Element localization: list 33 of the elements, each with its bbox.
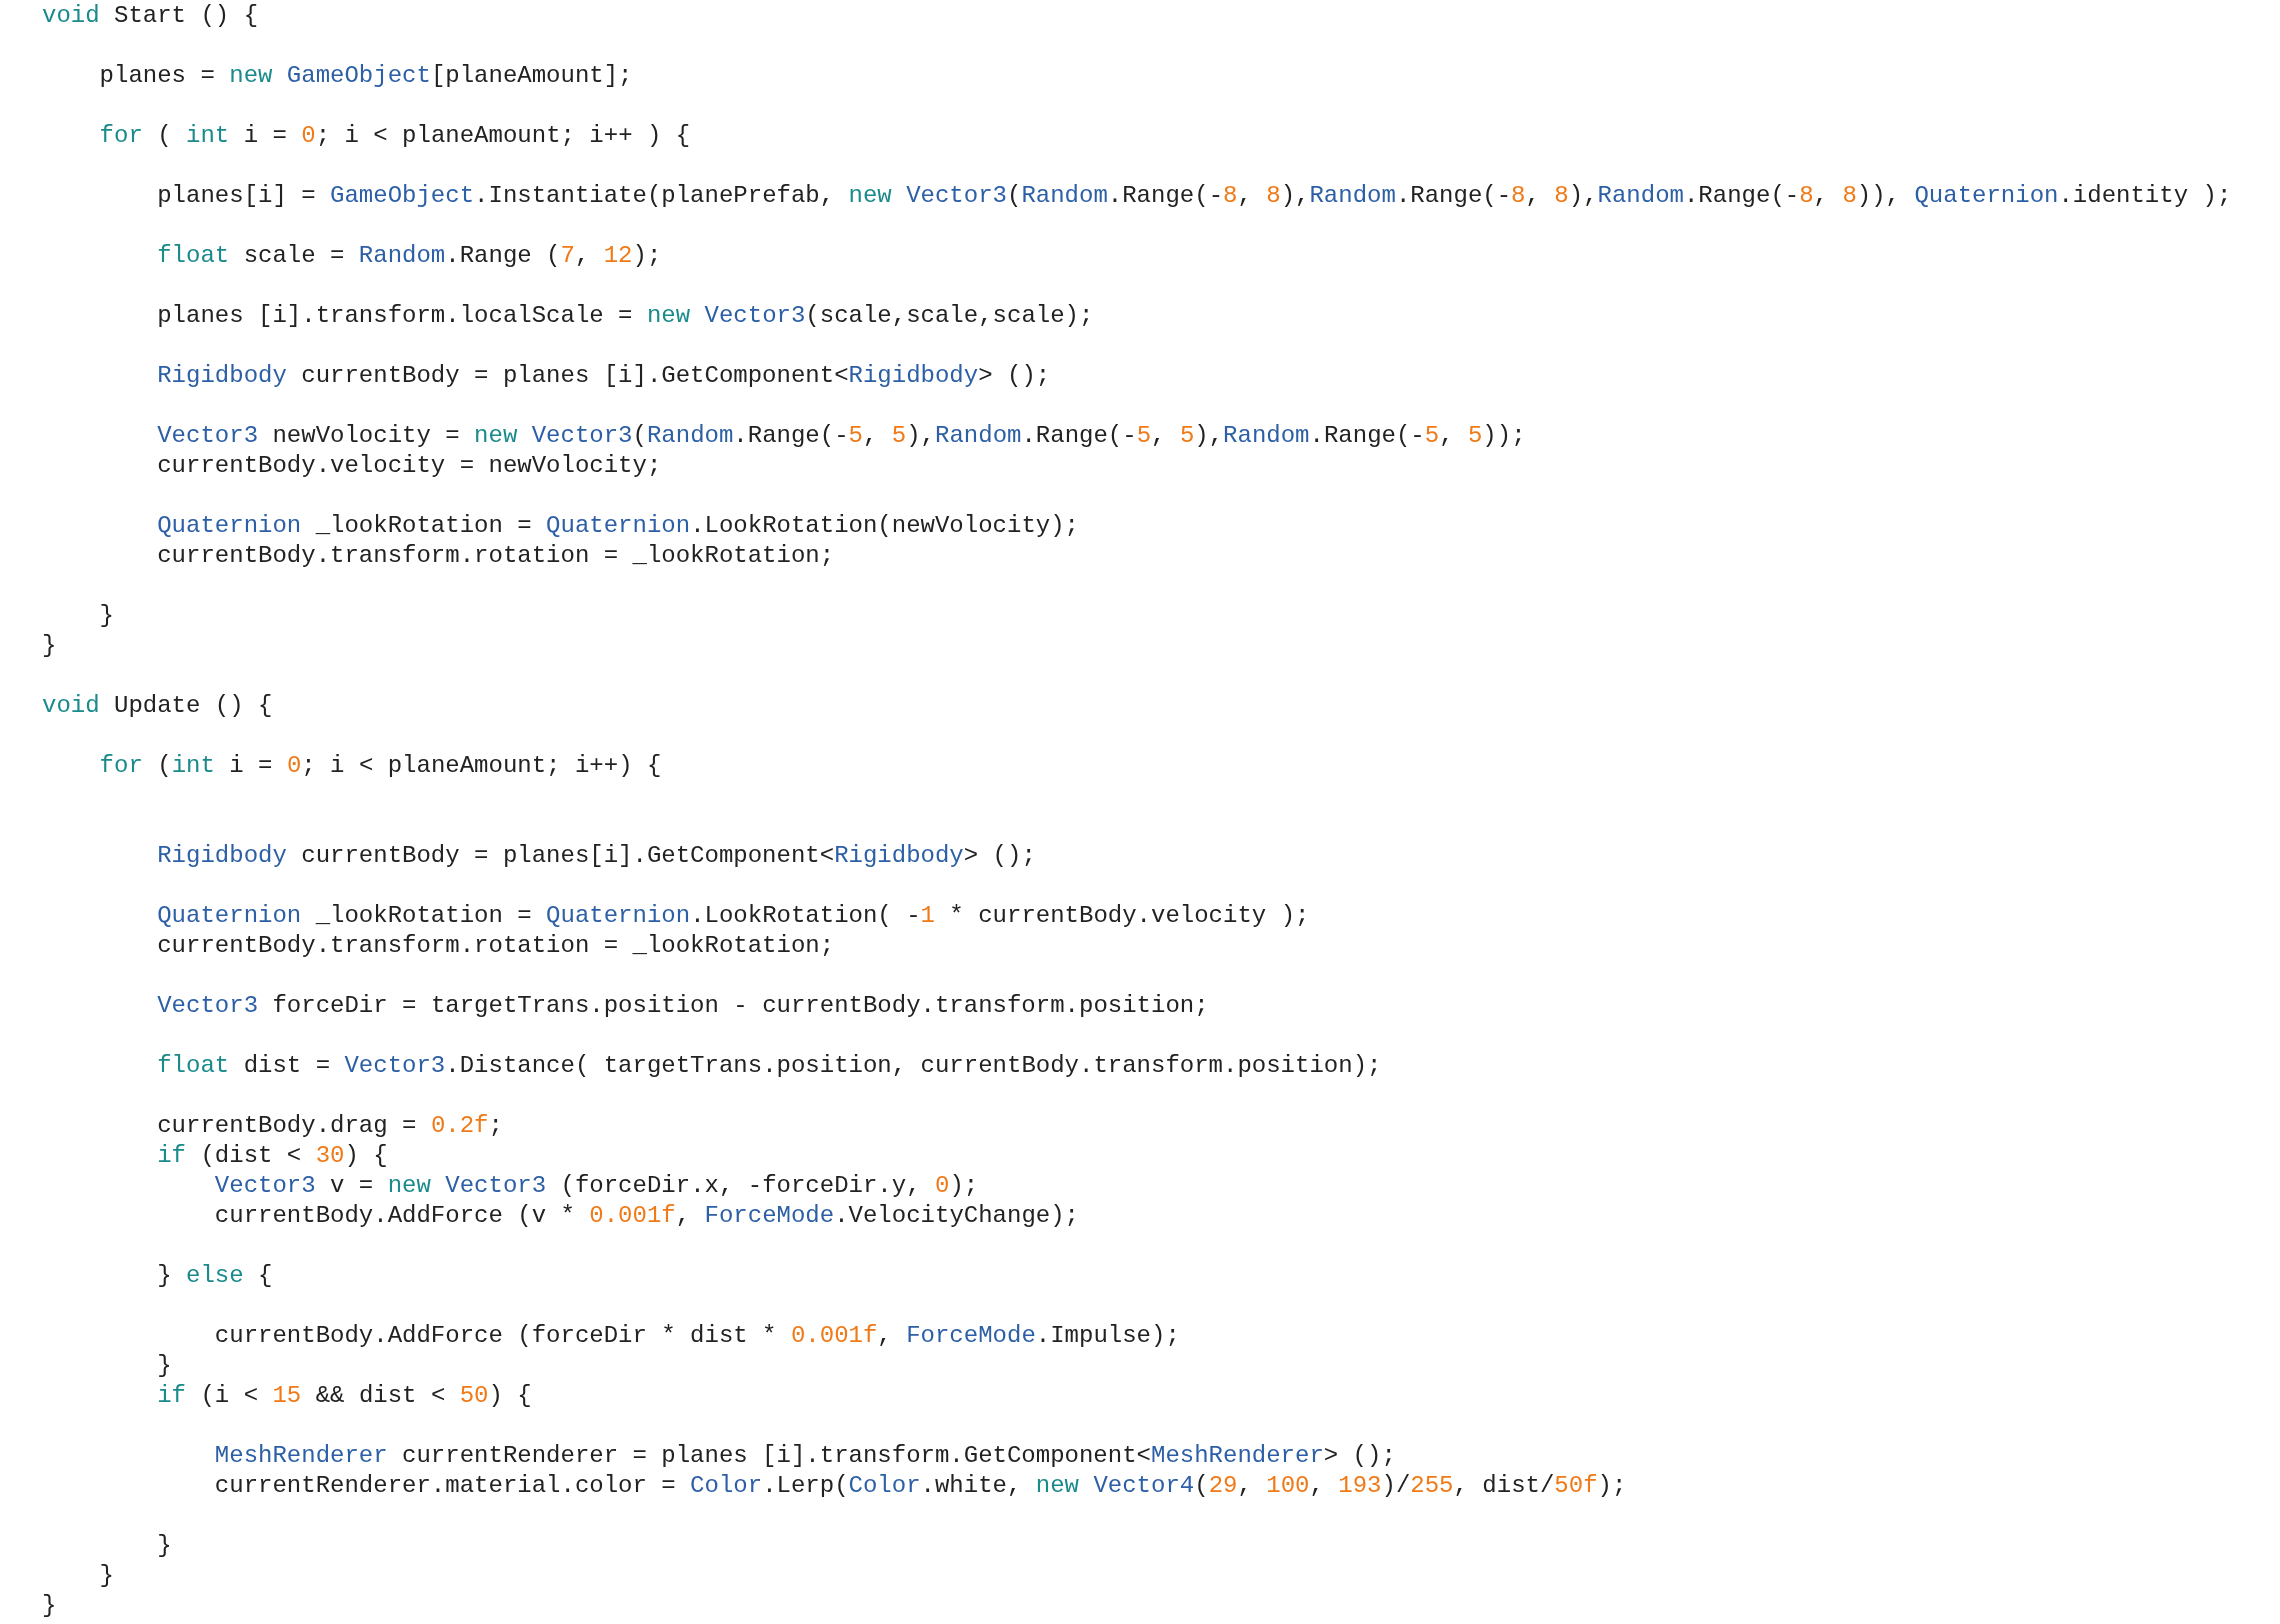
code-line: float dist = Vector3.Distance( targetTrans.position, currentBody.transform.position); xyxy=(156,1052,1382,1079)
code-line: void Start () { xyxy=(42,2,259,29)
code-line: if (dist < 30) { xyxy=(156,1142,388,1169)
code-line: for ( int i = 0; i < planeAmount; i++ ) { xyxy=(98,122,691,149)
code-line: } xyxy=(156,1532,172,1559)
code-line: Quaternion _lookRotation = Quaternion.LookRotation( -1 * currentBody.velocity ); xyxy=(156,902,1310,929)
code-line: } xyxy=(98,602,114,629)
code-line: Vector3 forceDir = targetTrans.position - currentBody.transform.position; xyxy=(156,992,1209,1019)
code-line: currentRenderer.material.color = Color.Lerp(Color.white, new Vector4(29, 100, 193)/255, dist/50f); xyxy=(213,1472,1627,1499)
code-line: Quaternion _lookRotation = Quaternion.LookRotation(newVolocity); xyxy=(156,512,1079,539)
code-line: planes[i] = GameObject.Instantiate(planePrefab, new Vector3(Random.Range(-8, 8),Random.Range(-8, 8),Random.Range(-8, 8)), Quaternion.identity ); xyxy=(156,182,2232,209)
code-line: currentBody.velocity = newVolocity; xyxy=(156,452,662,479)
code-line: Vector3 v = new Vector3 (forceDir.x, -forceDir.y, 0); xyxy=(213,1172,979,1199)
code-line: Rigidbody currentBody = planes[i].GetComponent<Rigidbody> (); xyxy=(156,842,1036,869)
code-line: currentBody.AddForce (v * 0.001f, ForceMode.VelocityChange); xyxy=(213,1202,1079,1229)
code-line: if (i < 15 && dist < 50) { xyxy=(156,1382,532,1409)
code-line: planes [i].transform.localScale = new Vector3(scale,scale,scale); xyxy=(156,302,1094,329)
code-line: currentBody.AddForce (forceDir * dist * 0.001f, ForceMode.Impulse); xyxy=(213,1322,1180,1349)
code-line: MeshRenderer currentRenderer = planes [i].transform.GetComponent<MeshRenderer> (); xyxy=(213,1442,1396,1469)
code-line: } xyxy=(42,632,57,659)
code-line: } xyxy=(42,1592,57,1619)
code-line: currentBody.drag = 0.2f; xyxy=(156,1112,503,1139)
code-line: Rigidbody currentBody = planes [i].GetComponent<Rigidbody> (); xyxy=(156,362,1051,389)
code-line: currentBody.transform.rotation = _lookRotation; xyxy=(156,542,835,569)
code-line: void Update () { xyxy=(42,692,273,719)
code-line: float scale = Random.Range (7, 12); xyxy=(156,242,662,269)
code-line: } else { xyxy=(156,1262,273,1289)
code-line: } xyxy=(98,1562,114,1589)
code-line: currentBody.transform.rotation = _lookRotation; xyxy=(156,932,835,959)
code-line: Vector3 newVolocity = new Vector3(Random.Range(-5, 5),Random.Range(-5, 5),Random.Range(-5, 5)); xyxy=(156,422,1526,449)
code-line: for (int i = 0; i < planeAmount; i++) { xyxy=(98,752,662,779)
code-line: } xyxy=(156,1352,172,1379)
code-line: planes = new GameObject[planeAmount]; xyxy=(98,62,633,89)
